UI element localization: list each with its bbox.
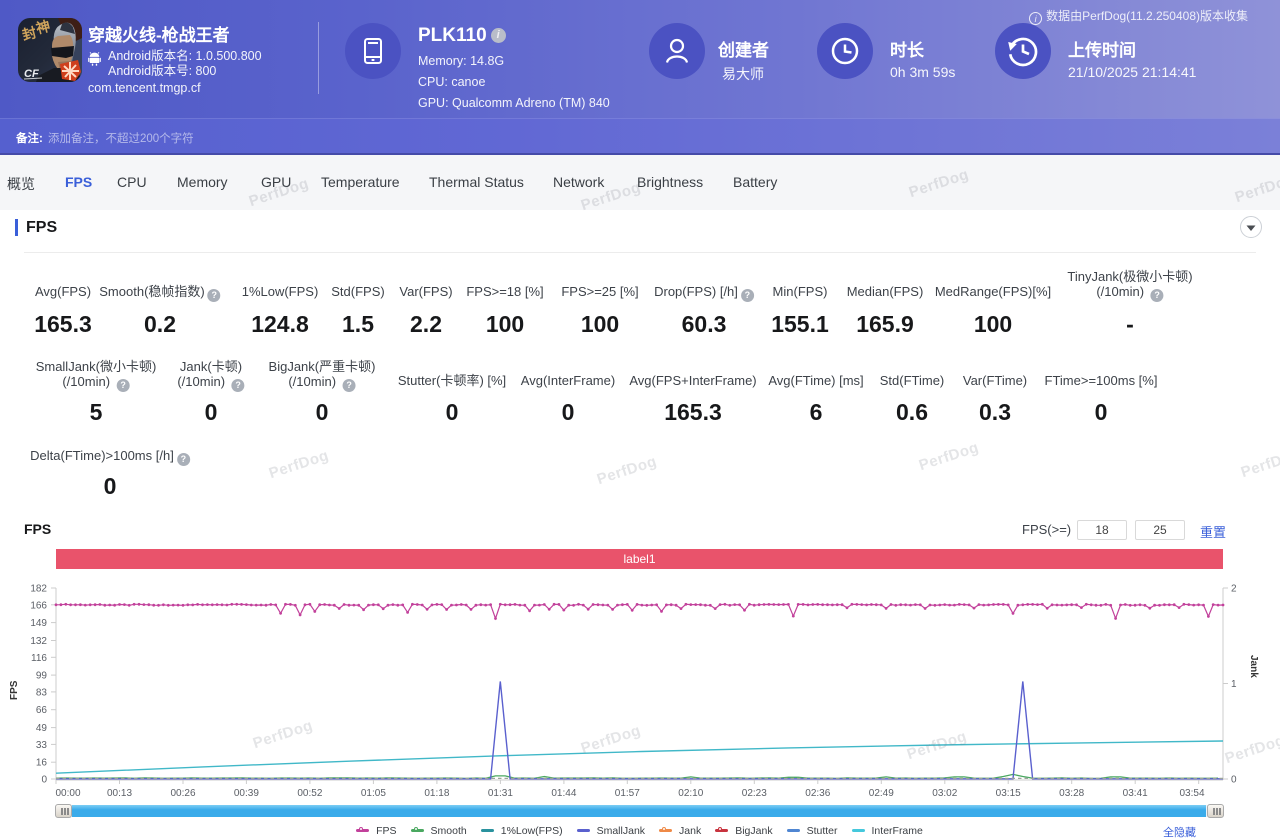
svg-text:182: 182 — [30, 584, 47, 595]
svg-text:03:28: 03:28 — [1059, 788, 1084, 799]
svg-text:49: 49 — [36, 723, 48, 734]
svg-text:00:39: 00:39 — [234, 788, 259, 799]
svg-text:03:41: 03:41 — [1123, 788, 1148, 799]
svg-text:00:52: 00:52 — [297, 788, 322, 799]
svg-text:16: 16 — [36, 758, 48, 769]
svg-text:00:13: 00:13 — [107, 788, 132, 799]
svg-text:0: 0 — [41, 775, 47, 786]
svg-text:00:26: 00:26 — [170, 788, 195, 799]
svg-text:83: 83 — [36, 687, 48, 698]
svg-text:Jank: Jank — [1248, 655, 1259, 678]
svg-text:02:10: 02:10 — [678, 788, 703, 799]
svg-text:149: 149 — [30, 618, 47, 629]
svg-text:166: 166 — [30, 600, 47, 611]
svg-text:02:36: 02:36 — [805, 788, 830, 799]
svg-text:33: 33 — [36, 740, 48, 751]
svg-text:01:18: 01:18 — [424, 788, 449, 799]
svg-text:00:00: 00:00 — [55, 788, 80, 799]
svg-text:02:23: 02:23 — [742, 788, 767, 799]
svg-text:0: 0 — [1231, 775, 1237, 786]
svg-text:FPS: FPS — [9, 680, 20, 700]
svg-text:01:44: 01:44 — [551, 788, 576, 799]
svg-text:01:31: 01:31 — [488, 788, 513, 799]
svg-text:2: 2 — [1231, 584, 1237, 595]
svg-text:132: 132 — [30, 636, 47, 647]
svg-text:116: 116 — [31, 653, 47, 664]
svg-text:03:15: 03:15 — [996, 788, 1021, 799]
svg-text:03:54: 03:54 — [1179, 788, 1204, 799]
svg-text:03:02: 03:02 — [932, 788, 957, 799]
svg-text:01:05: 01:05 — [361, 788, 386, 799]
svg-text:1: 1 — [1231, 679, 1237, 690]
svg-text:66: 66 — [36, 705, 48, 716]
svg-text:01:57: 01:57 — [615, 788, 640, 799]
svg-text:99: 99 — [36, 671, 48, 682]
svg-text:02:49: 02:49 — [869, 788, 894, 799]
